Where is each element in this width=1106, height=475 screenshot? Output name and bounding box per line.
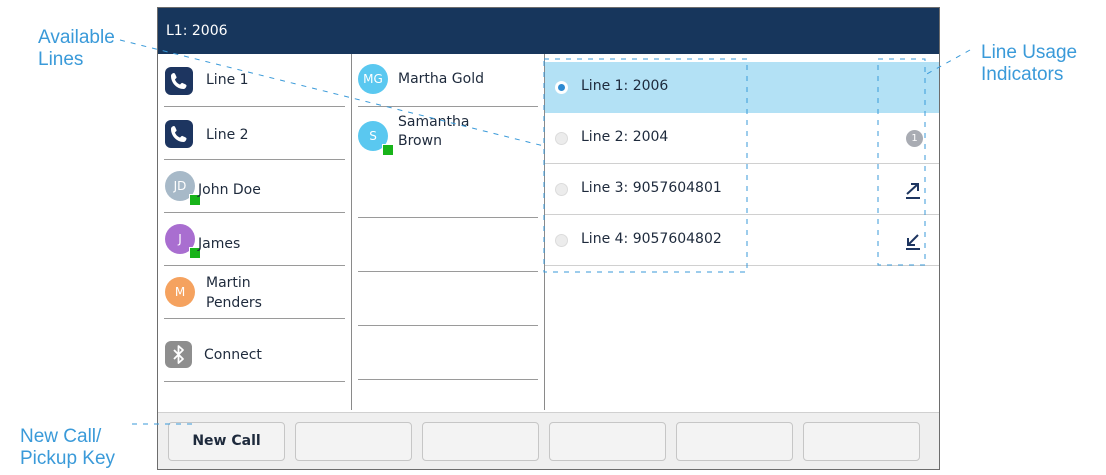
title-bar: L1: 2006 bbox=[158, 8, 939, 54]
line-item-4[interactable]: Line 4: 9057604802 bbox=[545, 215, 939, 266]
contact-name: James bbox=[198, 236, 241, 252]
phone-icon bbox=[165, 67, 193, 95]
softkey-5[interactable] bbox=[676, 422, 793, 461]
contact-name: Samantha Brown bbox=[398, 114, 470, 149]
new-call-softkey[interactable]: New Call bbox=[168, 422, 285, 461]
phone-icon bbox=[165, 120, 193, 148]
line-key-2[interactable]: Line 2 bbox=[158, 107, 351, 160]
empty-key[interactable] bbox=[352, 326, 544, 380]
softkey-bar: New Call bbox=[158, 412, 939, 469]
line-label: Line 2: 2004 bbox=[581, 129, 669, 145]
line-key-1[interactable]: Line 1 bbox=[158, 54, 351, 107]
programmable-keys-column-1: Line 1 Line 2 JD John Doe J James M Mart… bbox=[158, 54, 352, 410]
contact-key-martin-penders[interactable]: M Martin Penders bbox=[158, 266, 351, 319]
programmable-keys-column-2: MG Martha Gold S Samantha Brown bbox=[352, 54, 545, 410]
softkey-2[interactable] bbox=[295, 422, 412, 461]
divider bbox=[164, 318, 345, 319]
line-key-label: Line 2 bbox=[206, 127, 249, 143]
empty-key[interactable] bbox=[352, 218, 544, 272]
avatar: M bbox=[165, 277, 195, 307]
softkey-6[interactable] bbox=[803, 422, 920, 461]
empty-key[interactable] bbox=[352, 164, 544, 218]
line-label: Line 4: 9057604802 bbox=[581, 231, 722, 247]
line-key-label: Line 1 bbox=[206, 72, 249, 88]
line-usage-indicators-annotation: Line Usage Indicators bbox=[981, 42, 1078, 85]
line-list-panel: Line 1: 2006 Line 2: 2004 1 Line 3: 9057… bbox=[545, 54, 939, 412]
divider bbox=[164, 381, 345, 382]
contact-name: John Doe bbox=[198, 182, 261, 198]
phone-screen: L1: 2006 Line 1 Line 2 JD John Doe J Jam… bbox=[157, 7, 940, 470]
line-item-2[interactable]: Line 2: 2004 1 bbox=[545, 113, 939, 164]
contact-name: Martha Gold bbox=[398, 71, 484, 87]
outgoing-call-icon bbox=[906, 183, 920, 199]
line-usage-count-badge: 1 bbox=[906, 130, 923, 147]
contact-key-john-doe[interactable]: JD John Doe bbox=[158, 160, 351, 213]
line-label: Line 3: 9057604801 bbox=[581, 180, 722, 196]
bluetooth-connect-key[interactable]: Connect bbox=[158, 329, 351, 382]
line-label: Line 1: 2006 bbox=[581, 78, 669, 94]
contact-key-martha-gold[interactable]: MG Martha Gold bbox=[352, 54, 544, 107]
softkey-3[interactable] bbox=[422, 422, 539, 461]
line-item-1[interactable]: Line 1: 2006 bbox=[545, 62, 939, 113]
bluetooth-icon bbox=[165, 341, 192, 368]
line-radio bbox=[555, 132, 568, 145]
available-lines-annotation: Available Lines bbox=[38, 27, 115, 70]
divider bbox=[545, 265, 939, 266]
line-radio bbox=[555, 183, 568, 196]
presence-indicator bbox=[382, 144, 394, 156]
new-call-pickup-key-annotation: New Call/ Pickup Key bbox=[20, 426, 116, 469]
bluetooth-label: Connect bbox=[204, 347, 262, 363]
line-radio bbox=[555, 234, 568, 247]
avatar: MG bbox=[358, 64, 388, 94]
contact-key-james[interactable]: J James bbox=[158, 213, 351, 266]
divider bbox=[358, 379, 538, 380]
contact-name: Martin Penders bbox=[206, 275, 262, 311]
line-radio-selected bbox=[555, 81, 568, 94]
line-item-3[interactable]: Line 3: 9057604801 bbox=[545, 164, 939, 215]
contact-key-samantha-brown[interactable]: S Samantha Brown bbox=[352, 107, 544, 164]
softkey-4[interactable] bbox=[549, 422, 666, 461]
empty-key[interactable] bbox=[352, 272, 544, 326]
incoming-call-icon bbox=[906, 234, 920, 250]
